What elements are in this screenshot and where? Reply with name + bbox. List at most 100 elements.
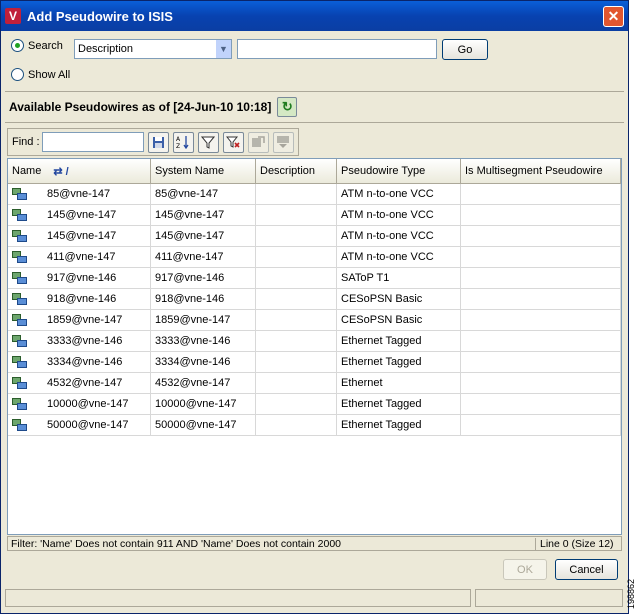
table-header: Name ⇄ / System Name Description Pseudow…: [8, 159, 621, 184]
window-title: Add Pseudowire to ISIS: [27, 8, 173, 24]
multisegment-cell: [461, 373, 621, 393]
pseudowire-icon: [12, 292, 27, 306]
dialog-window: V Add Pseudowire to ISIS ✕ Search Descri…: [0, 0, 629, 614]
divider: [5, 91, 624, 92]
divider: [5, 122, 624, 123]
name-text: 918@vne-146: [47, 293, 117, 305]
pseudowire-icon: [12, 334, 27, 348]
name-cell: 1859@vne-147: [8, 310, 151, 330]
name-cell: 3333@vne-146: [8, 331, 151, 351]
name-text: 85@vne-147: [47, 188, 111, 200]
multisegment-cell: [461, 289, 621, 309]
pseudowire-type-cell: ATM n-to-one VCC: [337, 226, 461, 246]
pseudowire-type-cell: Ethernet Tagged: [337, 352, 461, 372]
table-row[interactable]: 1859@vne-147 1859@vne-147 CESoPSN Basic: [8, 310, 621, 331]
name-cell: 10000@vne-147: [8, 394, 151, 414]
description-cell: [256, 415, 337, 435]
column-header-name[interactable]: Name ⇄ /: [8, 159, 151, 183]
pseudowire-table: Name ⇄ / System Name Description Pseudow…: [7, 158, 622, 535]
system-name-cell: 145@vne-147: [151, 226, 256, 246]
available-header: Available Pseudowires as of [24-Jun-10 1…: [9, 97, 298, 117]
pseudowire-icon: [12, 250, 27, 264]
pseudowire-type-cell: Ethernet: [337, 373, 461, 393]
line-count-text: Line 0 (Size 12): [535, 537, 621, 550]
search-label: Search: [28, 39, 63, 52]
filter-icon[interactable]: [197, 131, 219, 153]
name-cell: 145@vne-147: [8, 226, 151, 246]
pseudowire-type-cell: Ethernet Tagged: [337, 415, 461, 435]
pseudowire-type-cell: Ethernet Tagged: [337, 331, 461, 351]
multisegment-cell: [461, 415, 621, 435]
multisegment-cell: [461, 331, 621, 351]
table-row[interactable]: 3333@vne-146 3333@vne-146 Ethernet Tagged: [8, 331, 621, 352]
column-header-description[interactable]: Description: [256, 159, 337, 183]
table-row[interactable]: 85@vne-147 85@vne-147 ATM n-to-one VCC: [8, 184, 621, 205]
find-input[interactable]: [41, 132, 144, 152]
name-cell: 918@vne-146: [8, 289, 151, 309]
show-all-option[interactable]: Show All: [11, 68, 70, 81]
system-name-cell: 10000@vne-147: [151, 394, 256, 414]
description-cell: [256, 247, 337, 267]
import-icon[interactable]: [272, 131, 294, 153]
table-row[interactable]: 917@vne-146 917@vne-146 SAToP T1: [8, 268, 621, 289]
name-text: 50000@vne-147: [47, 419, 129, 431]
name-cell: 145@vne-147: [8, 205, 151, 225]
ok-button[interactable]: OK: [503, 559, 547, 580]
description-cell: [256, 394, 337, 414]
show-all-label: Show All: [28, 68, 71, 81]
chevron-down-icon[interactable]: ▼: [215, 40, 231, 58]
table-row[interactable]: 50000@vne-147 50000@vne-147 Ethernet Tagge…: [8, 415, 621, 436]
table-row[interactable]: 411@vne-147 411@vne-147 ATM n-to-one VCC: [8, 247, 621, 268]
table-row[interactable]: 3334@vne-146 3334@vne-146 Ethernet Tagged: [8, 352, 621, 373]
pseudowire-type-cell: SAToP T1: [337, 268, 461, 288]
name-cell: 4532@vne-147: [8, 373, 151, 393]
table-row[interactable]: 145@vne-147 145@vne-147 ATM n-to-one VCC: [8, 226, 621, 247]
sort-icon[interactable]: ⇄ /: [53, 165, 68, 178]
find-label: Find :: [12, 136, 40, 148]
table-row[interactable]: 145@vne-147 145@vne-147 ATM n-to-one VCC: [8, 205, 621, 226]
description-cell: [256, 205, 337, 225]
show-all-radio[interactable]: [11, 68, 24, 81]
cancel-button[interactable]: Cancel: [555, 559, 618, 580]
name-cell: 50000@vne-147: [8, 415, 151, 435]
header-label: Name: [12, 165, 42, 177]
multisegment-cell: [461, 310, 621, 330]
column-header-pseudowire-type[interactable]: Pseudowire Type: [337, 159, 461, 183]
system-name-cell: 145@vne-147: [151, 205, 256, 225]
refresh-icon[interactable]: ↻: [277, 97, 298, 117]
table-row[interactable]: 4532@vne-147 4532@vne-147 Ethernet: [8, 373, 621, 394]
pseudowire-type-cell: ATM n-to-one VCC: [337, 205, 461, 225]
svg-text:A: A: [176, 136, 181, 143]
svg-text:Z: Z: [176, 143, 180, 149]
column-header-system-name[interactable]: System Name: [151, 159, 256, 183]
column-header-multisegment[interactable]: Is Multisegment Pseudowire: [461, 159, 621, 183]
table-row[interactable]: 918@vne-146 918@vne-146 CESoPSN Basic: [8, 289, 621, 310]
search-field-select[interactable]: Description ▼: [74, 39, 232, 59]
system-name-cell: 50000@vne-147: [151, 415, 256, 435]
export-icon[interactable]: [247, 131, 269, 153]
table-toolbar: Find : AZ: [7, 128, 299, 156]
pseudowire-type-cell: ATM n-to-one VCC: [337, 247, 461, 267]
available-heading: Available Pseudowires as of [24-Jun-10 1…: [9, 100, 272, 114]
title-bar[interactable]: V Add Pseudowire to ISIS ✕: [1, 1, 628, 31]
pseudowire-type-cell: CESoPSN Basic: [337, 310, 461, 330]
search-radio[interactable]: [11, 39, 24, 52]
name-cell: 85@vne-147: [8, 184, 151, 204]
go-button[interactable]: Go: [442, 39, 488, 60]
filter-status-text: Filter: 'Name' Does not contain 911 AND …: [11, 537, 341, 550]
clear-filter-icon[interactable]: [222, 131, 244, 153]
bottom-status-panel: [475, 589, 623, 607]
pseudowire-icon: [12, 418, 27, 432]
sort-az-icon[interactable]: AZ: [172, 131, 194, 153]
table-row[interactable]: 10000@vne-147 10000@vne-147 Ethernet Tagge…: [8, 394, 621, 415]
save-icon[interactable]: [147, 131, 169, 153]
pseudowire-type-cell: CESoPSN Basic: [337, 289, 461, 309]
name-text: 3333@vne-146: [47, 335, 123, 347]
system-name-cell: 917@vne-146: [151, 268, 256, 288]
search-input[interactable]: [237, 39, 437, 59]
close-button[interactable]: ✕: [603, 5, 624, 27]
pseudowire-icon: [12, 313, 27, 327]
search-option[interactable]: Search: [11, 39, 63, 52]
status-bar: Filter: 'Name' Does not contain 911 AND …: [7, 536, 622, 551]
description-cell: [256, 184, 337, 204]
